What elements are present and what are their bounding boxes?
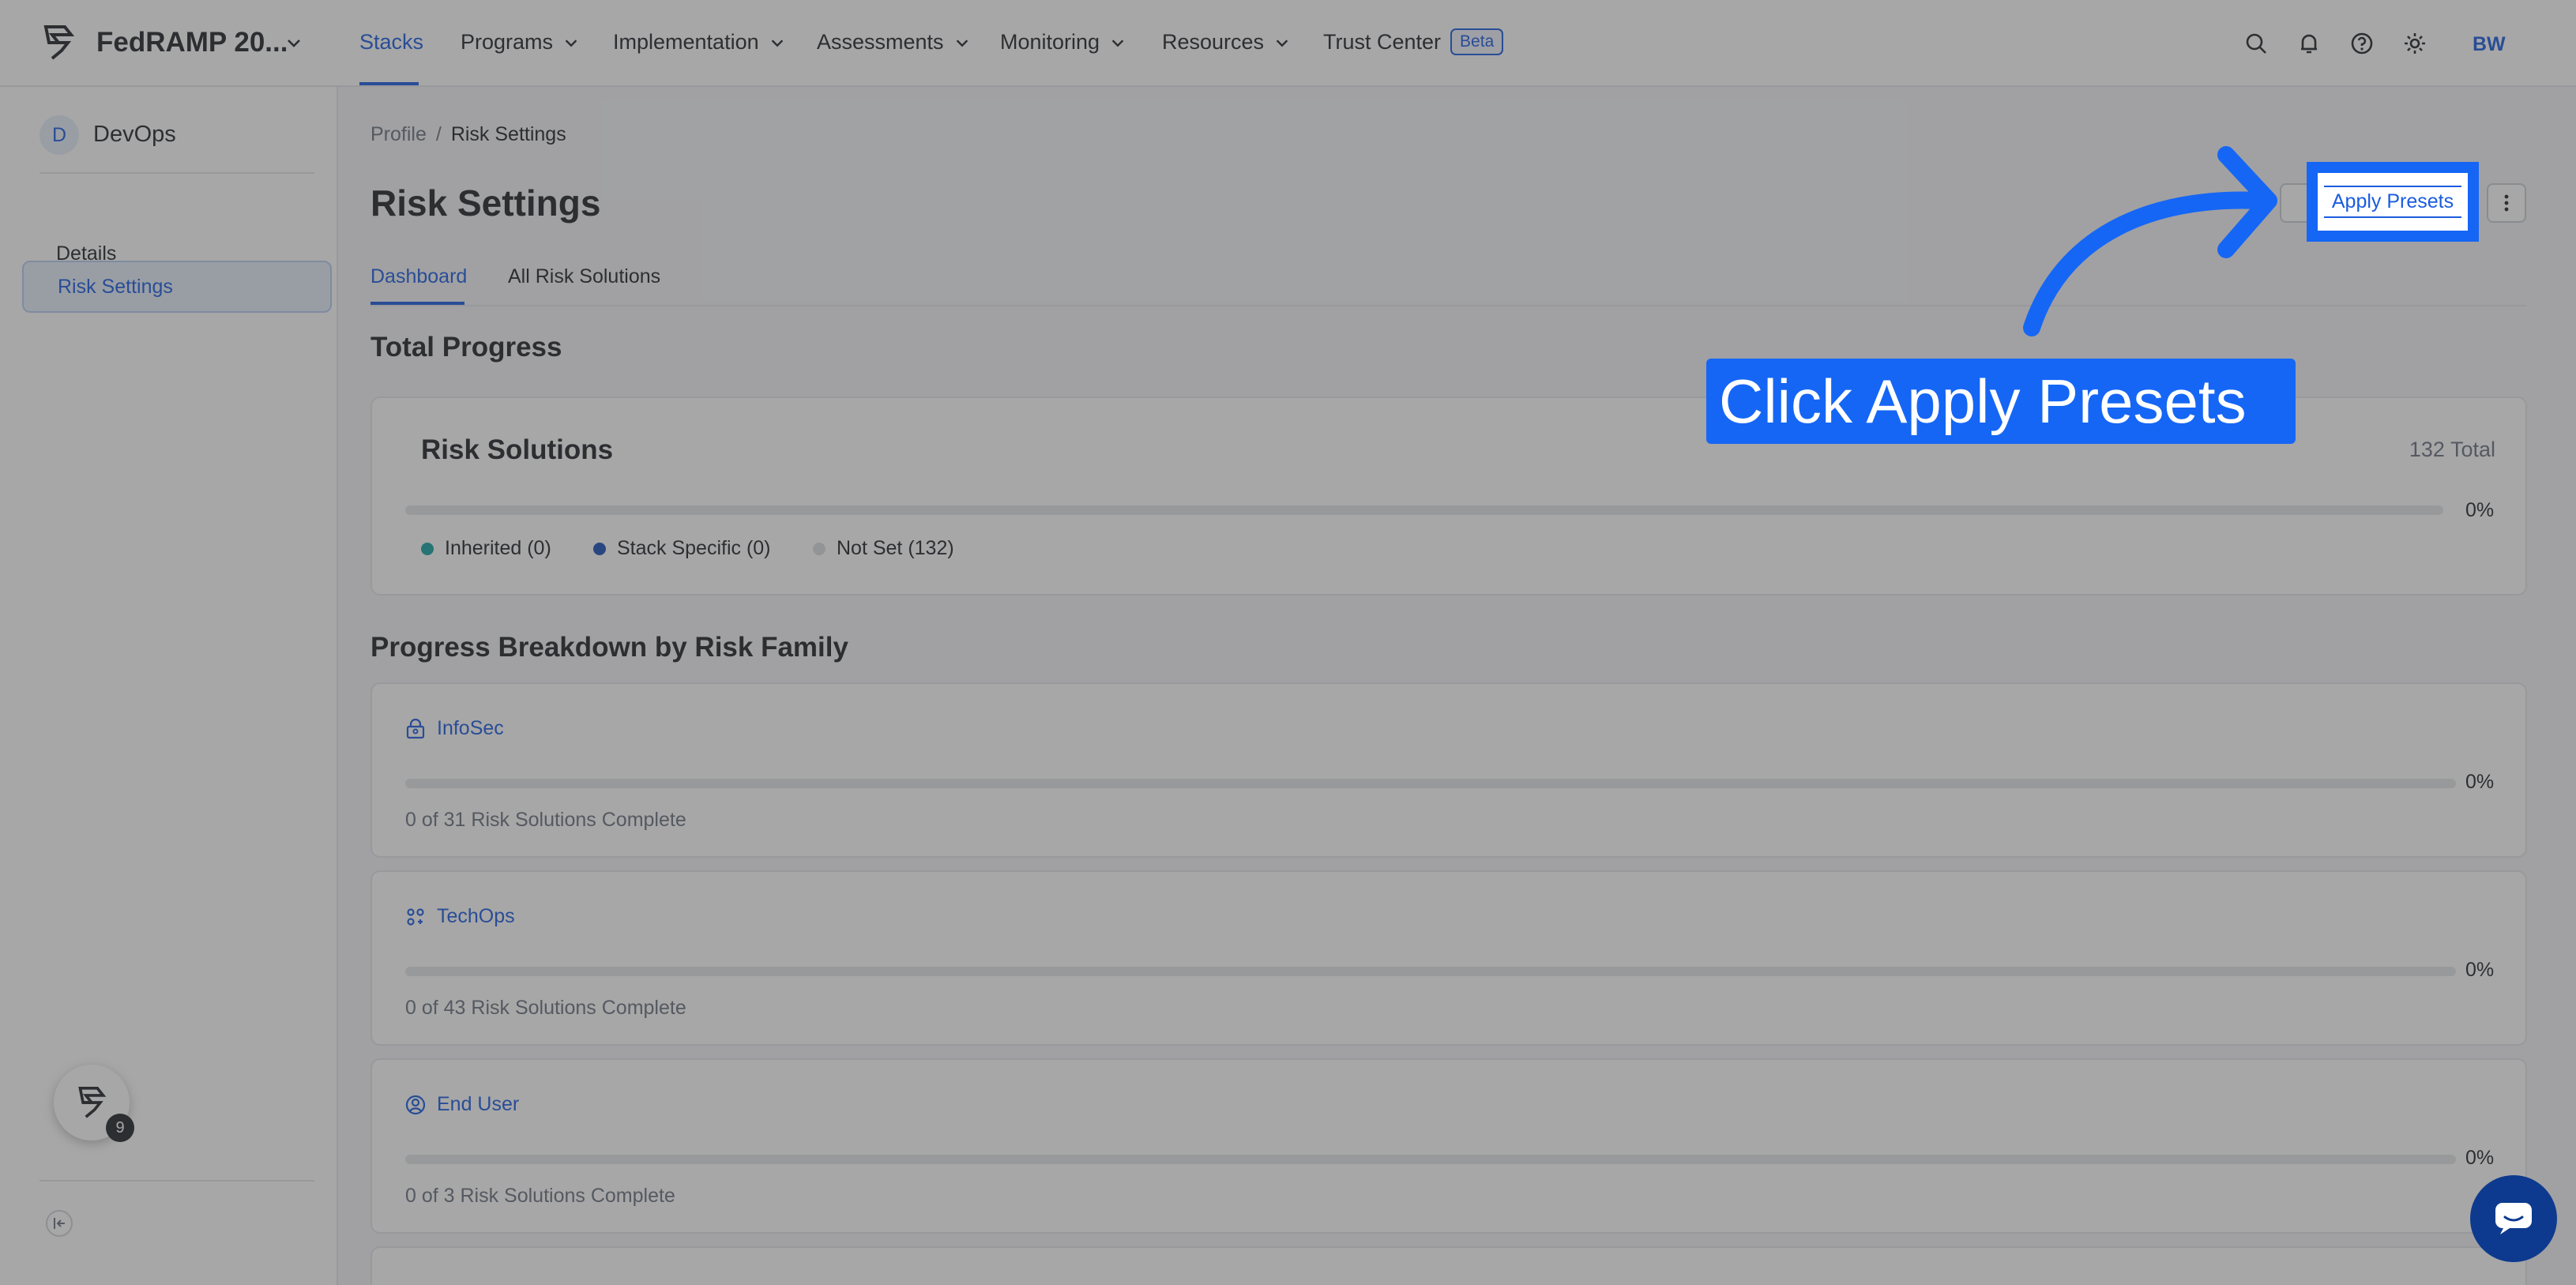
apply-presets-button[interactable]: Apply Presets <box>2324 186 2461 218</box>
chat-bubble-icon <box>2495 1203 2532 1234</box>
tutorial-callout: Click Apply Presets <box>1706 359 2296 444</box>
tutorial-arrow-icon <box>2023 146 2277 336</box>
chat-support-button[interactable] <box>2470 1175 2557 1262</box>
highlighted-apply-presets: Apply Presets <box>2307 162 2479 242</box>
